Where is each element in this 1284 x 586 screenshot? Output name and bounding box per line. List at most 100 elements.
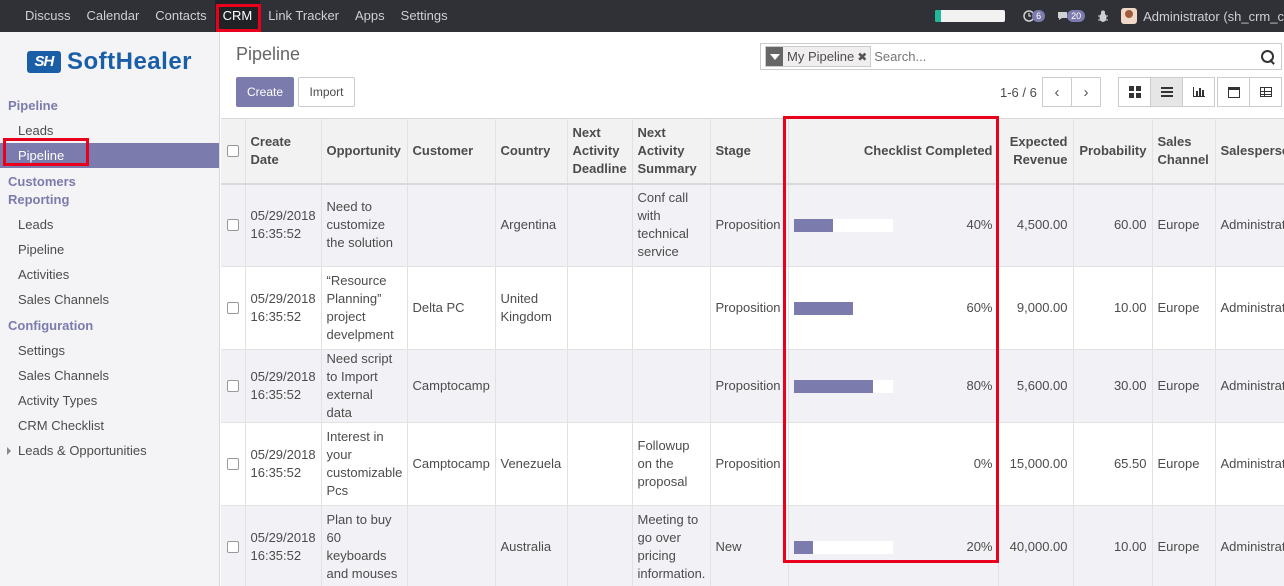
search-icon[interactable] (1258, 47, 1278, 67)
cell-next-activity-deadline[interactable] (567, 422, 633, 506)
menu-calendar[interactable]: Calendar (79, 0, 148, 32)
cell-expected-revenue[interactable]: 40,000.00 (998, 505, 1074, 586)
cell-sales-channel[interactable]: Europe (1152, 266, 1216, 350)
cell-stage[interactable]: Proposition (710, 349, 789, 423)
cell-country[interactable]: Venezuela (495, 422, 568, 506)
cell-stage[interactable]: Proposition (710, 266, 789, 350)
col-opportunity[interactable]: Opportunity (321, 118, 408, 184)
cell-probability[interactable]: 10.00 (1073, 505, 1153, 586)
row-select-cell[interactable] (221, 349, 246, 423)
col-probability[interactable]: Probability (1073, 118, 1153, 184)
debug-menu[interactable] (1097, 10, 1109, 23)
col-country[interactable]: Country (495, 118, 568, 184)
search-input[interactable] (874, 45, 1258, 68)
cell-salesperson[interactable]: Administrator (1215, 266, 1284, 350)
cell-sales-channel[interactable]: Europe (1152, 505, 1216, 586)
cell-next-activity-deadline[interactable] (567, 183, 633, 267)
cell-next-activity-deadline[interactable] (567, 266, 633, 350)
cell-expected-revenue[interactable]: 15,000.00 (998, 422, 1074, 506)
onboarding-progress[interactable] (935, 10, 1006, 22)
cell-country[interactable]: Argentina (495, 183, 568, 267)
cell-checklist-completed[interactable]: 40% (788, 183, 999, 267)
user-avatar[interactable] (1121, 8, 1138, 24)
section-customers[interactable]: Customers (0, 173, 219, 191)
cell-salesperson[interactable]: Administrator (1215, 349, 1284, 423)
cell-next-activity-summary[interactable] (632, 266, 711, 350)
view-kanban-button[interactable] (1118, 77, 1151, 107)
cell-opportunity[interactable]: Need script to Import external data (321, 349, 408, 423)
sidebar-item-config-sales-channels[interactable]: Sales Channels (0, 363, 219, 388)
cell-customer[interactable] (407, 505, 496, 586)
create-button[interactable]: Create (236, 77, 294, 107)
cell-customer[interactable]: Camptocamp (407, 349, 496, 423)
cell-next-activity-summary[interactable]: Followup on the proposal (632, 422, 711, 506)
cell-create-date[interactable]: 05/29/2018 16:35:52 (245, 183, 322, 267)
cell-stage[interactable]: Proposition (710, 183, 789, 267)
col-next-activity-deadline[interactable]: Next Activity Deadline (567, 118, 633, 184)
row-checkbox[interactable] (226, 219, 239, 232)
cell-checklist-completed[interactable]: 20% (788, 505, 999, 586)
activity-menu[interactable]: 6 (1023, 10, 1046, 22)
table-row[interactable]: 05/29/2018 16:35:52 Interest in your custo… (221, 422, 1284, 506)
messaging-menu[interactable]: 20 (1057, 10, 1086, 22)
cell-salesperson[interactable]: Administrator (1215, 183, 1284, 267)
select-all-checkbox[interactable] (226, 144, 239, 157)
pager-value[interactable]: 1-6 / 6 (1000, 85, 1037, 100)
cell-create-date[interactable]: 05/29/2018 16:35:52 (245, 266, 322, 350)
menu-settings[interactable]: Settings (393, 0, 456, 32)
cell-probability[interactable]: 65.50 (1073, 422, 1153, 506)
menu-link-tracker[interactable]: Link Tracker (260, 0, 347, 32)
cell-stage[interactable]: New (710, 505, 789, 586)
view-pivot-button[interactable] (1249, 77, 1282, 107)
cell-opportunity[interactable]: Plan to buy 60 keyboards and mouses (321, 505, 408, 586)
row-select-cell[interactable] (221, 266, 246, 350)
cell-opportunity[interactable]: Need to customize the solution (321, 183, 408, 267)
select-all-cell[interactable] (221, 118, 246, 184)
section-pipeline[interactable]: Pipeline (0, 97, 219, 115)
sidebar-item-report-pipeline[interactable]: Pipeline (0, 237, 219, 262)
cell-probability[interactable]: 10.00 (1073, 266, 1153, 350)
cell-salesperson[interactable]: Administrator (1215, 505, 1284, 586)
cell-opportunity[interactable]: “Resource Planning” project develpment (321, 266, 408, 350)
sidebar-item-leads[interactable]: Leads (0, 118, 219, 143)
cell-stage[interactable]: Proposition (710, 422, 789, 506)
menu-apps[interactable]: Apps (347, 0, 393, 32)
view-list-button[interactable] (1150, 77, 1183, 107)
col-create-date[interactable]: Create Date (245, 118, 322, 184)
search-box[interactable]: My Pipeline ✖ (760, 43, 1282, 70)
row-checkbox[interactable] (226, 380, 239, 392)
cell-country[interactable]: United Kingdom (495, 266, 568, 350)
table-row[interactable]: 05/29/2018 16:35:52 Plan to buy 60 keyboar… (221, 505, 1284, 586)
cell-create-date[interactable]: 05/29/2018 16:35:52 (245, 349, 322, 423)
table-row[interactable]: 05/29/2018 16:35:52 “Resource Planning” pr… (221, 266, 1284, 350)
section-reporting[interactable]: Reporting (0, 191, 219, 209)
sidebar-item-leads-opportunities[interactable]: Leads & Opportunities (0, 438, 219, 463)
sidebar-item-pipeline[interactable]: Pipeline (0, 143, 219, 168)
sidebar-item-report-activities[interactable]: Activities (0, 262, 219, 287)
col-stage[interactable]: Stage (710, 118, 789, 184)
cell-country[interactable]: Australia (495, 505, 568, 586)
view-calendar-button[interactable] (1217, 77, 1250, 107)
facet-remove-icon[interactable]: ✖ (857, 50, 870, 64)
cell-create-date[interactable]: 05/29/2018 16:35:52 (245, 505, 322, 586)
import-button[interactable]: Import (298, 77, 355, 107)
col-salesperson[interactable]: Salesperson (1215, 118, 1284, 184)
row-checkbox[interactable] (226, 458, 239, 470)
cell-next-activity-summary[interactable] (632, 349, 711, 423)
sidebar-item-config-crm-checklist[interactable]: CRM Checklist (0, 413, 219, 438)
row-select-cell[interactable] (221, 422, 246, 506)
cell-next-activity-deadline[interactable] (567, 505, 633, 586)
cell-expected-revenue[interactable]: 9,000.00 (998, 266, 1074, 350)
cell-checklist-completed[interactable]: 80% (788, 349, 999, 423)
menu-discuss[interactable]: Discuss (17, 0, 79, 32)
section-configuration[interactable]: Configuration (0, 317, 219, 335)
cell-expected-revenue[interactable]: 4,500.00 (998, 183, 1074, 267)
col-checklist-completed[interactable]: Checklist Completed (788, 118, 999, 184)
pager-previous-button[interactable]: ‹ (1042, 77, 1072, 107)
cell-expected-revenue[interactable]: 5,600.00 (998, 349, 1074, 423)
menu-contacts[interactable]: Contacts (147, 0, 214, 32)
col-next-activity-summary[interactable]: Next Activity Summary (632, 118, 711, 184)
cell-salesperson[interactable]: Administrator (1215, 422, 1284, 506)
sidebar-item-config-settings[interactable]: Settings (0, 338, 219, 363)
cell-customer[interactable] (407, 183, 496, 267)
